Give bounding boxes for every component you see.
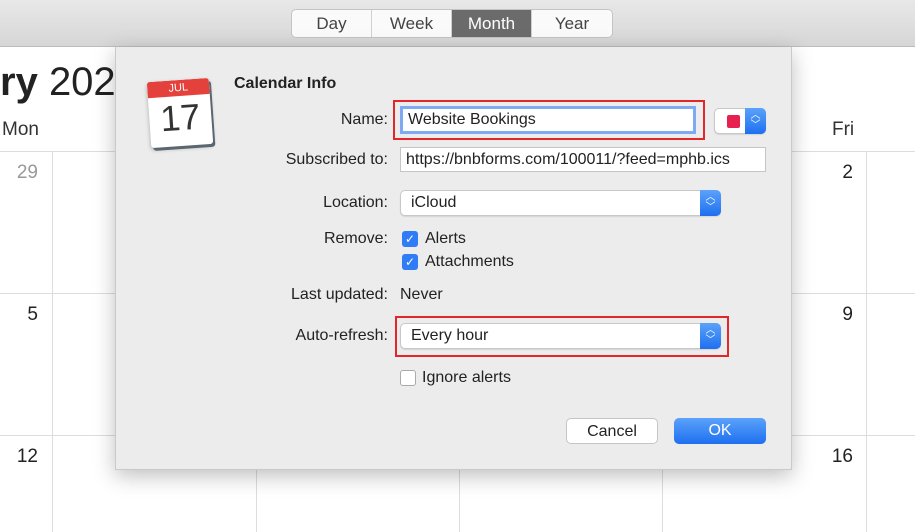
- attachments-checkbox[interactable]: ✓: [402, 254, 418, 270]
- location-select[interactable]: iCloud ︿ ﹀: [400, 190, 721, 216]
- day-cell[interactable]: 12: [0, 446, 38, 468]
- subscribed-url-field[interactable]: https://bnbforms.com/100011/?feed=mphb.i…: [400, 147, 766, 172]
- location-value: iCloud: [411, 194, 457, 211]
- grid-line: [52, 151, 53, 532]
- chevron-updown-icon: ︿ ﹀: [745, 108, 766, 134]
- tab-week[interactable]: Week: [372, 10, 452, 37]
- dialog-title: Calendar Info: [234, 75, 337, 92]
- day-cell[interactable]: 9: [813, 304, 853, 326]
- month-title: ry 202: [0, 60, 116, 105]
- auto-refresh-value: Every hour: [411, 327, 489, 344]
- alerts-label: Alerts: [425, 230, 466, 247]
- weekday-mon: Mon: [2, 119, 39, 140]
- tab-month[interactable]: Month: [452, 10, 532, 37]
- year: 202: [48, 60, 116, 104]
- toolbar: Day Week Month Year: [0, 0, 915, 47]
- grid-line: [866, 151, 867, 532]
- last-updated-label: Last updated:: [291, 286, 388, 303]
- day-cell[interactable]: 5: [0, 304, 38, 326]
- tab-year[interactable]: Year: [532, 10, 612, 37]
- cancel-button[interactable]: Cancel: [566, 418, 658, 444]
- location-label: Location:: [323, 194, 388, 211]
- calendar-info-dialog: JUL 17 Calendar Info Name: Website Booki…: [115, 47, 792, 470]
- subscribed-label: Subscribed to:: [285, 151, 388, 168]
- name-input[interactable]: Website Bookings: [400, 106, 696, 134]
- attachments-label: Attachments: [425, 253, 514, 270]
- month-name: ry: [0, 60, 38, 104]
- remove-label: Remove:: [323, 230, 388, 247]
- alerts-checkbox[interactable]: ✓: [402, 231, 418, 247]
- color-swatch: [727, 115, 740, 128]
- day-cell[interactable]: 2: [813, 162, 853, 184]
- auto-refresh-label: Auto-refresh:: [295, 327, 388, 344]
- ignore-alerts-checkbox[interactable]: [400, 370, 416, 386]
- tab-day[interactable]: Day: [292, 10, 372, 37]
- day-cell[interactable]: 29: [0, 162, 38, 184]
- auto-refresh-select[interactable]: Every hour ︿ ﹀: [400, 323, 721, 349]
- ok-button[interactable]: OK: [674, 418, 766, 444]
- view-switcher: Day Week Month Year: [291, 9, 613, 38]
- name-label: Name:: [340, 111, 388, 128]
- color-picker[interactable]: ︿ ﹀: [714, 108, 766, 134]
- chevron-updown-icon: ︿ ﹀: [700, 323, 721, 349]
- day-cell[interactable]: 16: [813, 446, 853, 468]
- last-updated-value: Never: [400, 286, 443, 303]
- ignore-alerts-label: Ignore alerts: [422, 369, 511, 386]
- weekday-fri: Fri: [832, 119, 855, 140]
- chevron-updown-icon: ︿ ﹀: [700, 190, 721, 216]
